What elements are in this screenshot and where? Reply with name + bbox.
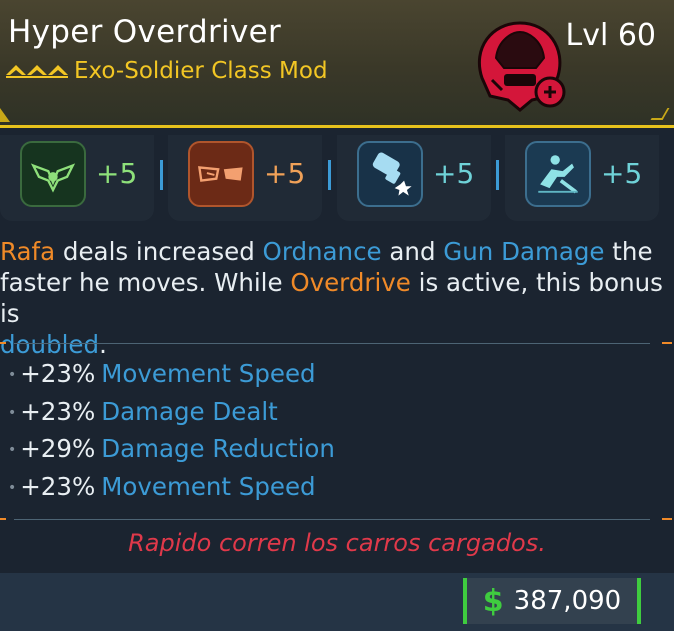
stat-line: • +29% Damage Reduction xyxy=(8,432,335,470)
rarity-chevrons-icon xyxy=(6,65,68,78)
skill-separator xyxy=(160,160,163,190)
desc-text: and xyxy=(381,237,444,266)
keyword-overdrive: Overdrive xyxy=(290,268,411,297)
stat-value: +29% xyxy=(20,434,96,463)
divider-bottom xyxy=(14,519,650,520)
skill-bonus-value: +5 xyxy=(601,157,643,190)
dollar-icon: $ xyxy=(482,583,504,619)
skill-bonus-1[interactable]: +5 xyxy=(0,135,154,221)
divider-top xyxy=(14,343,650,344)
desc-text: the xyxy=(604,237,653,266)
item-type-row: Exo-Soldier Class Mod xyxy=(6,58,328,84)
stat-line: • +23% Movement Speed xyxy=(8,357,335,395)
divider-tick-right xyxy=(662,518,672,520)
blue-sliding-soldier-skill-icon xyxy=(525,141,591,207)
stat-list: • +23% Movement Speed • +23% Damage Dealt • +… xyxy=(8,357,335,507)
orange-wings-skill-icon xyxy=(188,141,254,207)
keyword-gun-damage: Gun Damage xyxy=(443,237,605,266)
red-soldier-helmet-icon xyxy=(477,21,566,112)
skill-bonus-value: +5 xyxy=(264,157,306,190)
desc-text: deals increased xyxy=(55,237,263,266)
skill-bonus-value: +5 xyxy=(433,157,475,190)
footer-bar: $ 387,090 xyxy=(0,573,674,631)
divider-tick-right xyxy=(662,342,672,344)
skill-separator xyxy=(496,160,499,190)
skill-bonus-3[interactable]: +5 xyxy=(337,135,491,221)
flavor-text: Rapido corren los carros cargados. xyxy=(128,529,546,557)
stat-value: +23% xyxy=(20,396,96,426)
skill-bonus-value: +5 xyxy=(96,157,138,190)
stat-line: • +23% Damage Dealt xyxy=(8,395,335,433)
bullet-icon: • xyxy=(8,367,17,383)
skill-bonus-row: +5 +5 +5 +5 xyxy=(0,135,674,223)
skill-bonus-4[interactable]: +5 xyxy=(505,135,659,221)
stat-line: • +23% Movement Speed xyxy=(8,470,335,508)
stat-label: Movement Speed xyxy=(101,471,316,501)
stat-value: +23% xyxy=(20,359,96,388)
stat-label: Damage Dealt xyxy=(101,396,278,426)
stat-value: +23% xyxy=(20,471,96,501)
divider-tick-left xyxy=(0,342,6,344)
desc-text: faster he moves. While xyxy=(0,268,291,297)
keyword-doubled: doubled xyxy=(0,330,100,359)
desc-text: . xyxy=(99,330,107,359)
stat-label: Movement Speed xyxy=(101,359,316,388)
price-tag: $ 387,090 xyxy=(463,578,641,624)
bullet-icon: • xyxy=(8,442,17,458)
skill-bonus-2[interactable]: +5 xyxy=(168,135,322,221)
item-header: Hyper Overdriver Lvl 60 Exo-Soldier Clas… xyxy=(0,0,674,128)
green-wings-skill-icon xyxy=(20,141,86,207)
blue-gun-skill-icon xyxy=(357,141,423,207)
header-corner-left xyxy=(0,108,10,122)
class-mod-type: Exo-Soldier Class Mod xyxy=(74,58,328,84)
keyword-ordnance: Ordnance xyxy=(262,237,382,266)
divider-tick-left xyxy=(0,518,6,520)
bullet-icon: • xyxy=(8,404,17,421)
item-name: Hyper Overdriver xyxy=(8,14,282,50)
price-amount: 387,090 xyxy=(513,586,622,616)
keyword-character: Rafa xyxy=(0,237,56,266)
stat-label: Damage Reduction xyxy=(101,434,335,463)
bullet-icon: • xyxy=(8,479,17,496)
header-corner-right xyxy=(650,108,670,120)
skill-separator xyxy=(328,160,331,190)
item-description: Rafa deals increased Ordnance and Gun Da… xyxy=(0,236,666,360)
